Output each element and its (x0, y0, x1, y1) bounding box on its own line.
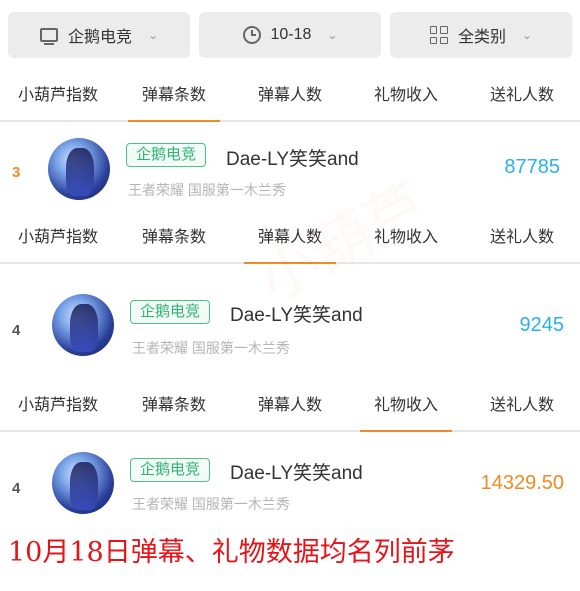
rank-number: 4 (12, 322, 21, 339)
avatar (48, 138, 110, 200)
tab-gift-income[interactable]: 礼物收入 (348, 382, 464, 432)
type-filter-button[interactable]: 全类别 ⌄ (390, 12, 572, 58)
streamer-name: Dae-LY笑笑and (230, 463, 363, 484)
caption-text: 10月18日弹幕、礼物数据均名列前茅 (8, 537, 455, 568)
grid-icon (429, 26, 448, 44)
category-filter-button[interactable]: 企鹅电竞 ⌄ (8, 12, 190, 58)
tab-gift-givers[interactable]: 送礼人数 (464, 382, 580, 430)
metric-value: 87785 (504, 156, 560, 178)
platform-badge: 企鹅电竞 (130, 458, 211, 482)
tab-danmu-users[interactable]: 弹幕人数 (232, 72, 348, 120)
streamer-name: Dae-LY笑笑and (230, 305, 363, 326)
ranking-tabs: 小葫芦指数 弹幕条数 弹幕人数 礼物收入 送礼人数 (0, 72, 580, 122)
metric-value: 14329.50 (480, 472, 564, 494)
metric-value: 9245 (519, 314, 565, 336)
tab-index[interactable]: 小葫芦指数 (0, 214, 116, 262)
chevron-down-icon: ⌄ (147, 28, 159, 42)
chevron-down-icon: ⌄ (521, 28, 533, 42)
avatar (52, 294, 114, 356)
list-item[interactable]: 4 企鹅电竞 Dae-LY笑笑and 王者荣耀 国服第一木兰秀 9245 (0, 282, 580, 372)
platform-badge: 企鹅电竞 (130, 300, 211, 324)
tab-gift-givers[interactable]: 送礼人数 (464, 72, 580, 120)
clock-icon (242, 26, 261, 44)
tab-index[interactable]: 小葫芦指数 (0, 382, 116, 430)
chevron-down-icon: ⌄ (327, 28, 338, 42)
tab-gift-income[interactable]: 礼物收入 (348, 72, 464, 120)
streamer-subtitle: 王者荣耀 国服第一木兰秀 (132, 340, 290, 356)
date-filter-label: 10-18 (270, 26, 312, 43)
rank-number: 3 (12, 164, 21, 181)
date-filter-button[interactable]: 10-18 ⌄ (199, 12, 381, 58)
list-item[interactable]: 3 企鹅电竞 Dae-LY笑笑and 王者荣耀 国服第一木兰秀 87785 (0, 124, 580, 214)
filter-bar: 企鹅电竞 ⌄ 10-18 ⌄ 全类别 ⌄ (0, 0, 580, 70)
tab-danmu-count[interactable]: 弹幕条数 (116, 214, 232, 262)
tab-danmu-count[interactable]: 弹幕条数 (116, 72, 232, 122)
rank-number: 4 (12, 480, 21, 497)
ranking-tabs: 小葫芦指数 弹幕条数 弹幕人数 礼物收入 送礼人数 (0, 382, 580, 432)
tab-danmu-users[interactable]: 弹幕人数 (232, 214, 348, 264)
ranking-tabs: 小葫芦指数 弹幕条数 弹幕人数 礼物收入 送礼人数 (0, 214, 580, 264)
streamer-subtitle: 王者荣耀 国服第一木兰秀 (128, 182, 286, 198)
streamer-subtitle: 王者荣耀 国服第一木兰秀 (132, 496, 290, 512)
tab-danmu-users[interactable]: 弹幕人数 (232, 382, 348, 430)
avatar (52, 452, 114, 514)
tab-gift-income[interactable]: 礼物收入 (348, 214, 464, 262)
monitor-icon (39, 28, 58, 45)
streamer-name: Dae-LY笑笑and (226, 149, 359, 170)
tab-danmu-count[interactable]: 弹幕条数 (116, 382, 232, 430)
list-item[interactable]: 4 企鹅电竞 Dae-LY笑笑and 王者荣耀 国服第一木兰秀 14329.50 (0, 440, 580, 530)
type-filter-label: 全类别 (457, 29, 506, 46)
category-filter-label: 企鹅电竞 (67, 29, 132, 46)
tab-index[interactable]: 小葫芦指数 (0, 72, 116, 120)
tab-gift-givers[interactable]: 送礼人数 (464, 214, 580, 262)
platform-badge: 企鹅电竞 (126, 143, 207, 167)
